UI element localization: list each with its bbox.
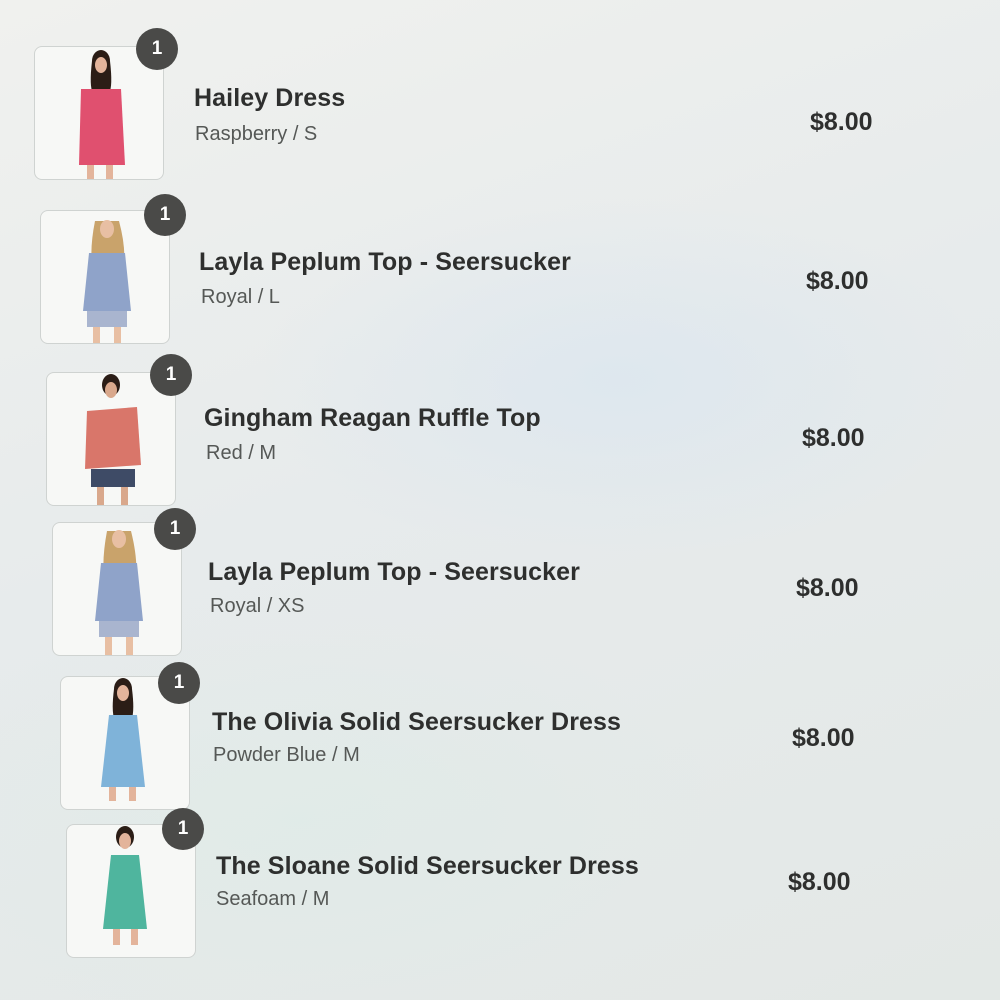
product-variant: Seafoam / M [216, 888, 330, 910]
product-name[interactable]: The Olivia Solid Seersucker Dress [212, 708, 621, 737]
product-variant: Raspberry / S [195, 123, 318, 145]
line-item: 1 Layla Peplum Top - Seersucker Royal / … [52, 508, 952, 662]
product-variant: Royal / XS [210, 595, 305, 617]
line-item: 1 The Olivia Solid Seersucker Dress Powd… [60, 662, 960, 816]
quantity-badge: 1 [150, 354, 192, 396]
quantity-badge: 1 [144, 194, 186, 236]
product-variant: Royal / L [201, 286, 280, 308]
quantity-badge: 1 [154, 508, 196, 550]
quantity-badge: 1 [162, 808, 204, 850]
product-price: $8.00 [806, 267, 869, 295]
line-item: 1 Layla Peplum Top - Seersucker Royal / … [40, 194, 940, 350]
product-name[interactable]: The Sloane Solid Seersucker Dress [216, 852, 639, 881]
product-name[interactable]: Gingham Reagan Ruffle Top [204, 404, 541, 433]
product-price: $8.00 [802, 424, 865, 452]
product-name[interactable]: Hailey Dress [194, 84, 345, 113]
line-item: 1 Gingham Reagan Ruffle Top Red / M $8.0… [46, 354, 946, 512]
quantity-badge: 1 [158, 662, 200, 704]
product-variant: Red / M [206, 442, 277, 464]
product-name[interactable]: Layla Peplum Top - Seersucker [208, 558, 580, 587]
product-price: $8.00 [788, 868, 851, 896]
line-item: 1 Hailey Dress Raspberry / S $8.00 [34, 28, 934, 186]
quantity-badge: 1 [136, 28, 178, 70]
product-price: $8.00 [810, 108, 873, 136]
product-name[interactable]: Layla Peplum Top - Seersucker [199, 248, 571, 277]
product-thumbnail-red-ruffle-top[interactable] [46, 372, 176, 506]
order-summary-screen: 1 Hailey Dress Raspberry / S $8.00 1 Lay… [0, 0, 1000, 1000]
line-item: 1 The Sloane Solid Seersucker Dress Seaf… [66, 808, 966, 964]
product-price: $8.00 [796, 574, 859, 602]
product-variant: Powder Blue / M [213, 744, 360, 766]
product-price: $8.00 [792, 724, 855, 752]
